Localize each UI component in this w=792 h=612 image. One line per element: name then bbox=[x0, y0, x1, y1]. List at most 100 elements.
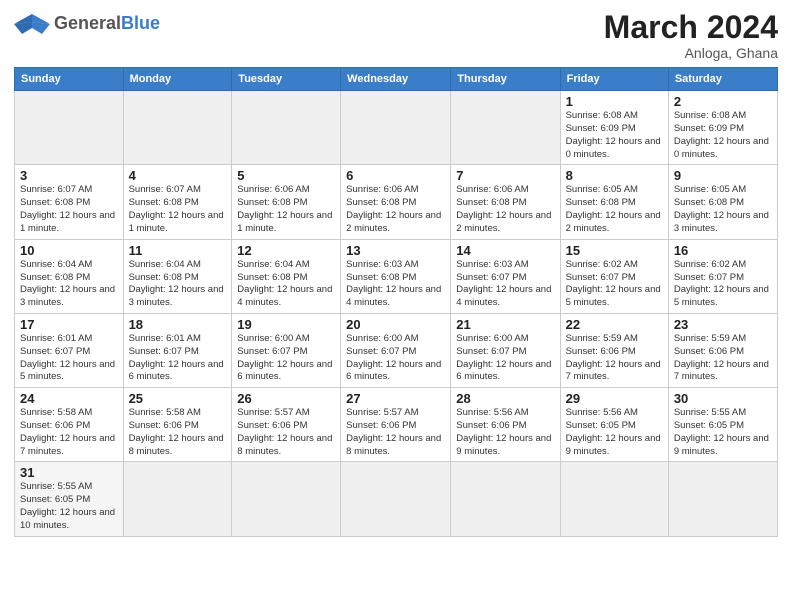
day-number: 22 bbox=[566, 317, 663, 332]
day-number: 3 bbox=[20, 168, 118, 183]
day-number: 28 bbox=[456, 391, 554, 406]
day-number: 2 bbox=[674, 94, 772, 109]
day-number: 18 bbox=[129, 317, 227, 332]
table-row: 14Sunrise: 6:03 AM Sunset: 6:07 PM Dayli… bbox=[451, 239, 560, 313]
day-info: Sunrise: 5:59 AM Sunset: 6:06 PM Dayligh… bbox=[566, 333, 663, 384]
table-row: 30Sunrise: 5:55 AM Sunset: 6:05 PM Dayli… bbox=[668, 388, 777, 462]
calendar-week-row: 17Sunrise: 6:01 AM Sunset: 6:07 PM Dayli… bbox=[15, 313, 778, 387]
table-row bbox=[232, 91, 341, 165]
table-row bbox=[451, 462, 560, 536]
table-row bbox=[451, 91, 560, 165]
table-row bbox=[668, 462, 777, 536]
day-number: 30 bbox=[674, 391, 772, 406]
table-row: 19Sunrise: 6:00 AM Sunset: 6:07 PM Dayli… bbox=[232, 313, 341, 387]
day-number: 5 bbox=[237, 168, 335, 183]
day-number: 25 bbox=[129, 391, 227, 406]
day-info: Sunrise: 6:06 AM Sunset: 6:08 PM Dayligh… bbox=[456, 184, 554, 235]
day-info: Sunrise: 5:57 AM Sunset: 6:06 PM Dayligh… bbox=[346, 407, 445, 458]
day-info: Sunrise: 6:08 AM Sunset: 6:09 PM Dayligh… bbox=[674, 110, 772, 161]
calendar-week-row: 1Sunrise: 6:08 AM Sunset: 6:09 PM Daylig… bbox=[15, 91, 778, 165]
header-friday: Friday bbox=[560, 68, 668, 91]
table-row bbox=[560, 462, 668, 536]
day-number: 23 bbox=[674, 317, 772, 332]
day-number: 10 bbox=[20, 243, 118, 258]
table-row: 7Sunrise: 6:06 AM Sunset: 6:08 PM Daylig… bbox=[451, 165, 560, 239]
table-row: 21Sunrise: 6:00 AM Sunset: 6:07 PM Dayli… bbox=[451, 313, 560, 387]
header-tuesday: Tuesday bbox=[232, 68, 341, 91]
day-info: Sunrise: 5:56 AM Sunset: 6:06 PM Dayligh… bbox=[456, 407, 554, 458]
table-row: 29Sunrise: 5:56 AM Sunset: 6:05 PM Dayli… bbox=[560, 388, 668, 462]
header-thursday: Thursday bbox=[451, 68, 560, 91]
header-wednesday: Wednesday bbox=[341, 68, 451, 91]
calendar-page: GeneralBlue March 2024 Anloga, Ghana Sun… bbox=[0, 0, 792, 612]
day-info: Sunrise: 5:58 AM Sunset: 6:06 PM Dayligh… bbox=[129, 407, 227, 458]
table-row: 8Sunrise: 6:05 AM Sunset: 6:08 PM Daylig… bbox=[560, 165, 668, 239]
day-info: Sunrise: 5:58 AM Sunset: 6:06 PM Dayligh… bbox=[20, 407, 118, 458]
day-number: 6 bbox=[346, 168, 445, 183]
day-info: Sunrise: 6:02 AM Sunset: 6:07 PM Dayligh… bbox=[566, 259, 663, 310]
table-row bbox=[123, 462, 232, 536]
day-number: 13 bbox=[346, 243, 445, 258]
day-info: Sunrise: 6:08 AM Sunset: 6:09 PM Dayligh… bbox=[566, 110, 663, 161]
day-number: 4 bbox=[129, 168, 227, 183]
table-row: 28Sunrise: 5:56 AM Sunset: 6:06 PM Dayli… bbox=[451, 388, 560, 462]
table-row: 3Sunrise: 6:07 AM Sunset: 6:08 PM Daylig… bbox=[15, 165, 124, 239]
logo-bird-icon bbox=[14, 10, 50, 38]
day-number: 11 bbox=[129, 243, 227, 258]
table-row: 24Sunrise: 5:58 AM Sunset: 6:06 PM Dayli… bbox=[15, 388, 124, 462]
day-info: Sunrise: 6:01 AM Sunset: 6:07 PM Dayligh… bbox=[129, 333, 227, 384]
calendar-week-row: 3Sunrise: 6:07 AM Sunset: 6:08 PM Daylig… bbox=[15, 165, 778, 239]
header-sunday: Sunday bbox=[15, 68, 124, 91]
day-info: Sunrise: 6:04 AM Sunset: 6:08 PM Dayligh… bbox=[237, 259, 335, 310]
day-info: Sunrise: 6:05 AM Sunset: 6:08 PM Dayligh… bbox=[674, 184, 772, 235]
table-row: 27Sunrise: 5:57 AM Sunset: 6:06 PM Dayli… bbox=[341, 388, 451, 462]
location-subtitle: Anloga, Ghana bbox=[604, 45, 778, 61]
day-info: Sunrise: 5:56 AM Sunset: 6:05 PM Dayligh… bbox=[566, 407, 663, 458]
day-info: Sunrise: 6:04 AM Sunset: 6:08 PM Dayligh… bbox=[129, 259, 227, 310]
day-info: Sunrise: 6:07 AM Sunset: 6:08 PM Dayligh… bbox=[129, 184, 227, 235]
day-info: Sunrise: 6:02 AM Sunset: 6:07 PM Dayligh… bbox=[674, 259, 772, 310]
calendar-week-row: 31Sunrise: 5:55 AM Sunset: 6:05 PM Dayli… bbox=[15, 462, 778, 536]
day-number: 21 bbox=[456, 317, 554, 332]
logo-text: GeneralBlue bbox=[54, 14, 160, 34]
day-info: Sunrise: 6:05 AM Sunset: 6:08 PM Dayligh… bbox=[566, 184, 663, 235]
table-row: 2Sunrise: 6:08 AM Sunset: 6:09 PM Daylig… bbox=[668, 91, 777, 165]
day-number: 27 bbox=[346, 391, 445, 406]
table-row: 22Sunrise: 5:59 AM Sunset: 6:06 PM Dayli… bbox=[560, 313, 668, 387]
day-info: Sunrise: 6:06 AM Sunset: 6:08 PM Dayligh… bbox=[346, 184, 445, 235]
table-row: 15Sunrise: 6:02 AM Sunset: 6:07 PM Dayli… bbox=[560, 239, 668, 313]
day-number: 24 bbox=[20, 391, 118, 406]
table-row: 9Sunrise: 6:05 AM Sunset: 6:08 PM Daylig… bbox=[668, 165, 777, 239]
table-row: 16Sunrise: 6:02 AM Sunset: 6:07 PM Dayli… bbox=[668, 239, 777, 313]
table-row: 26Sunrise: 5:57 AM Sunset: 6:06 PM Dayli… bbox=[232, 388, 341, 462]
day-info: Sunrise: 6:00 AM Sunset: 6:07 PM Dayligh… bbox=[237, 333, 335, 384]
header: GeneralBlue March 2024 Anloga, Ghana bbox=[14, 10, 778, 61]
table-row: 1Sunrise: 6:08 AM Sunset: 6:09 PM Daylig… bbox=[560, 91, 668, 165]
day-number: 8 bbox=[566, 168, 663, 183]
table-row: 5Sunrise: 6:06 AM Sunset: 6:08 PM Daylig… bbox=[232, 165, 341, 239]
weekday-header-row: Sunday Monday Tuesday Wednesday Thursday… bbox=[15, 68, 778, 91]
day-info: Sunrise: 6:00 AM Sunset: 6:07 PM Dayligh… bbox=[456, 333, 554, 384]
header-monday: Monday bbox=[123, 68, 232, 91]
day-info: Sunrise: 6:04 AM Sunset: 6:08 PM Dayligh… bbox=[20, 259, 118, 310]
day-number: 7 bbox=[456, 168, 554, 183]
header-saturday: Saturday bbox=[668, 68, 777, 91]
calendar-week-row: 24Sunrise: 5:58 AM Sunset: 6:06 PM Dayli… bbox=[15, 388, 778, 462]
day-info: Sunrise: 5:55 AM Sunset: 6:05 PM Dayligh… bbox=[20, 481, 118, 532]
month-title: March 2024 bbox=[604, 10, 778, 45]
table-row bbox=[341, 462, 451, 536]
table-row: 4Sunrise: 6:07 AM Sunset: 6:08 PM Daylig… bbox=[123, 165, 232, 239]
day-number: 19 bbox=[237, 317, 335, 332]
day-number: 29 bbox=[566, 391, 663, 406]
day-number: 17 bbox=[20, 317, 118, 332]
table-row: 31Sunrise: 5:55 AM Sunset: 6:05 PM Dayli… bbox=[15, 462, 124, 536]
table-row bbox=[341, 91, 451, 165]
day-number: 26 bbox=[237, 391, 335, 406]
calendar-week-row: 10Sunrise: 6:04 AM Sunset: 6:08 PM Dayli… bbox=[15, 239, 778, 313]
table-row: 10Sunrise: 6:04 AM Sunset: 6:08 PM Dayli… bbox=[15, 239, 124, 313]
table-row: 20Sunrise: 6:00 AM Sunset: 6:07 PM Dayli… bbox=[341, 313, 451, 387]
day-info: Sunrise: 6:06 AM Sunset: 6:08 PM Dayligh… bbox=[237, 184, 335, 235]
day-info: Sunrise: 6:07 AM Sunset: 6:08 PM Dayligh… bbox=[20, 184, 118, 235]
day-info: Sunrise: 6:01 AM Sunset: 6:07 PM Dayligh… bbox=[20, 333, 118, 384]
day-number: 31 bbox=[20, 465, 118, 480]
